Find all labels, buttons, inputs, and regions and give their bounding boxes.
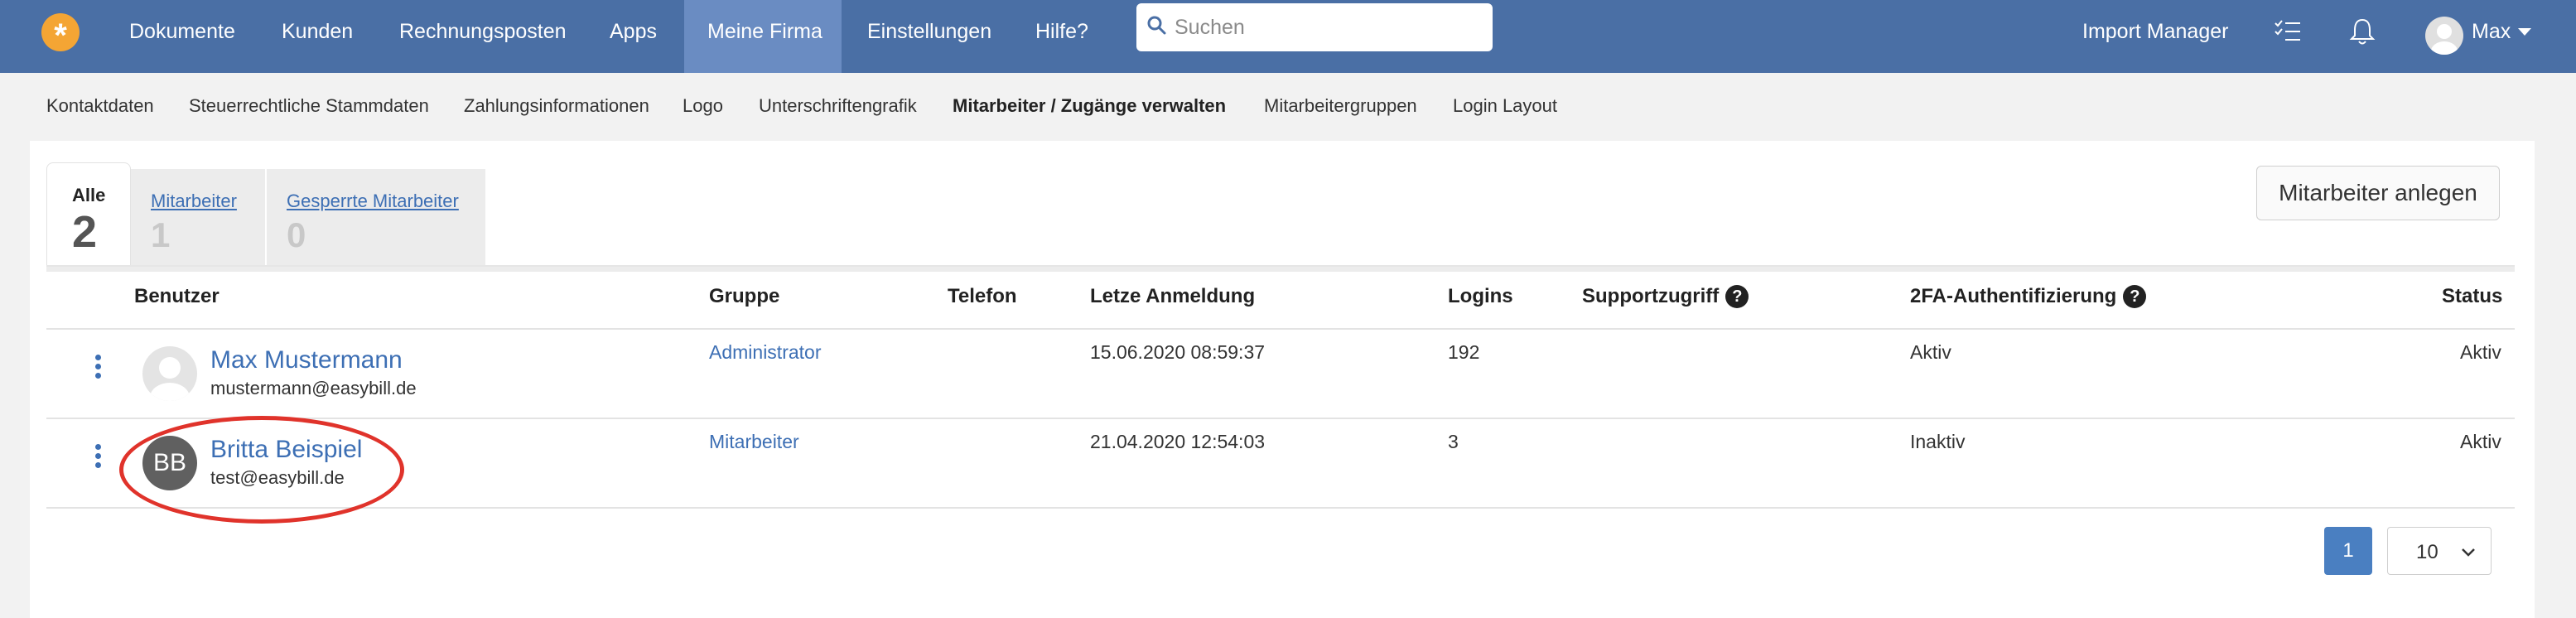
search-icon: [1147, 16, 1166, 35]
tab-gesperrte-label[interactable]: Gesperrte Mitarbeiter: [287, 191, 459, 212]
col-header-benutzer: Benutzer: [134, 285, 219, 307]
header-divider: [46, 328, 2515, 330]
per-page-value: 10: [2416, 541, 2439, 563]
subnav-kontaktdaten[interactable]: Kontaktdaten: [46, 95, 154, 117]
tab-alle-count: 2: [72, 207, 98, 257]
user-avatar-icon[interactable]: [2425, 17, 2463, 55]
twofa-label: 2FA-Authentifizierung: [1910, 285, 2117, 307]
col-header-logins: Logins: [1448, 285, 1513, 307]
col-header-gruppe: Gruppe: [709, 285, 780, 307]
col-header-2fa: 2FA-Authentifizierung?: [1910, 285, 2147, 308]
nav-item-einstellungen[interactable]: Einstellungen: [867, 0, 991, 73]
nav-item-meine-firma[interactable]: Meine Firma: [707, 0, 822, 73]
user-photo-avatar: [142, 346, 197, 401]
nav-item-rechnungsposten[interactable]: Rechnungsposten: [399, 0, 567, 73]
add-employee-button[interactable]: Mitarbeiter anlegen: [2256, 166, 2500, 220]
import-manager-link[interactable]: Import Manager: [2082, 0, 2228, 73]
logo-asterisk-icon[interactable]: *: [41, 13, 80, 54]
user-last-login: 15.06.2020 08:59:37: [1090, 341, 1266, 363]
subnav-login-layout[interactable]: Login Layout: [1453, 95, 1557, 117]
tab-alle[interactable]: Alle 2: [46, 162, 131, 267]
subnav-mitarbeitergruppen[interactable]: Mitarbeitergruppen: [1264, 95, 1417, 117]
user-email: mustermann@easybill.de: [210, 378, 417, 398]
tabs-strip: [46, 267, 2515, 272]
row-divider: [46, 418, 2515, 419]
tab-mitarbeiter-label[interactable]: Mitarbeiter: [151, 191, 237, 212]
tab-gesperrte-mitarbeiter[interactable]: Gesperrte Mitarbeiter 0: [267, 169, 485, 267]
user-status: Aktiv: [2460, 341, 2501, 363]
user-menu[interactable]: Max: [2472, 0, 2532, 73]
search-input[interactable]: [1175, 13, 1481, 41]
row-divider: [46, 507, 2515, 509]
supportzugriff-label: Supportzugriff: [1582, 285, 1720, 307]
subnav-logo[interactable]: Logo: [683, 95, 723, 117]
bell-icon[interactable]: [2347, 17, 2377, 46]
highlight-circle-annotation: [119, 416, 404, 524]
col-header-supportzugriff: Supportzugriff?: [1582, 285, 1749, 308]
tab-mitarbeiter[interactable]: Mitarbeiter 1: [131, 169, 265, 267]
checklist-icon[interactable]: [2273, 17, 2303, 46]
nav-item-apps[interactable]: Apps: [610, 0, 657, 73]
subnav-unterschriftengrafik[interactable]: Unterschriftengrafik: [759, 95, 917, 117]
help-question-icon[interactable]: ?: [2123, 285, 2147, 308]
col-header-status: Status: [2442, 285, 2503, 307]
user-group-link[interactable]: Mitarbeiter: [709, 431, 799, 453]
tab-mitarbeiter-count: 1: [151, 215, 171, 254]
user-logins: 192: [1448, 341, 1480, 363]
row-menu-kebab-icon[interactable]: [93, 444, 103, 469]
row-menu-kebab-icon[interactable]: [93, 355, 103, 379]
user-name: Max: [2472, 20, 2511, 43]
user-status: Aktiv: [2460, 431, 2501, 452]
col-header-telefon: Telefon: [948, 285, 1017, 307]
tab-alle-label: Alle: [72, 185, 106, 205]
subnav-zahlungsinformationen[interactable]: Zahlungsinformationen: [464, 95, 649, 117]
user-2fa: Inaktiv: [1910, 431, 1966, 452]
per-page-select[interactable]: 10: [2387, 527, 2492, 575]
subnav-steuerrechtliche-stammdaten[interactable]: Steuerrechtliche Stammdaten: [189, 95, 429, 117]
search-box: [1136, 3, 1493, 51]
chevron-down-icon: [2462, 548, 2475, 557]
top-navbar: * Dokumente Kunden Rechnungsposten Apps …: [0, 0, 2576, 73]
nav-item-hilfe[interactable]: Hilfe?: [1035, 0, 1088, 73]
user-2fa: Aktiv: [1910, 341, 1951, 363]
subnav-mitarbeiter-zugaenge[interactable]: Mitarbeiter / Zugänge verwalten: [953, 95, 1226, 117]
user-group-link[interactable]: Administrator: [709, 341, 821, 364]
user-logins: 3: [1448, 431, 1459, 452]
table-top-border: [46, 265, 2515, 267]
user-name-link[interactable]: Max Mustermann: [210, 346, 403, 374]
col-header-letze-anmeldung: Letze Anmeldung: [1090, 285, 1256, 307]
nav-item-kunden[interactable]: Kunden: [282, 0, 353, 73]
caret-down-icon: [2518, 28, 2532, 36]
pagination-page-button[interactable]: 1: [2324, 527, 2372, 575]
nav-item-dokumente[interactable]: Dokumente: [129, 0, 235, 73]
help-question-icon[interactable]: ?: [1725, 285, 1749, 308]
tab-gesperrte-count: 0: [287, 215, 306, 254]
user-last-login: 21.04.2020 12:54:03: [1090, 431, 1266, 452]
